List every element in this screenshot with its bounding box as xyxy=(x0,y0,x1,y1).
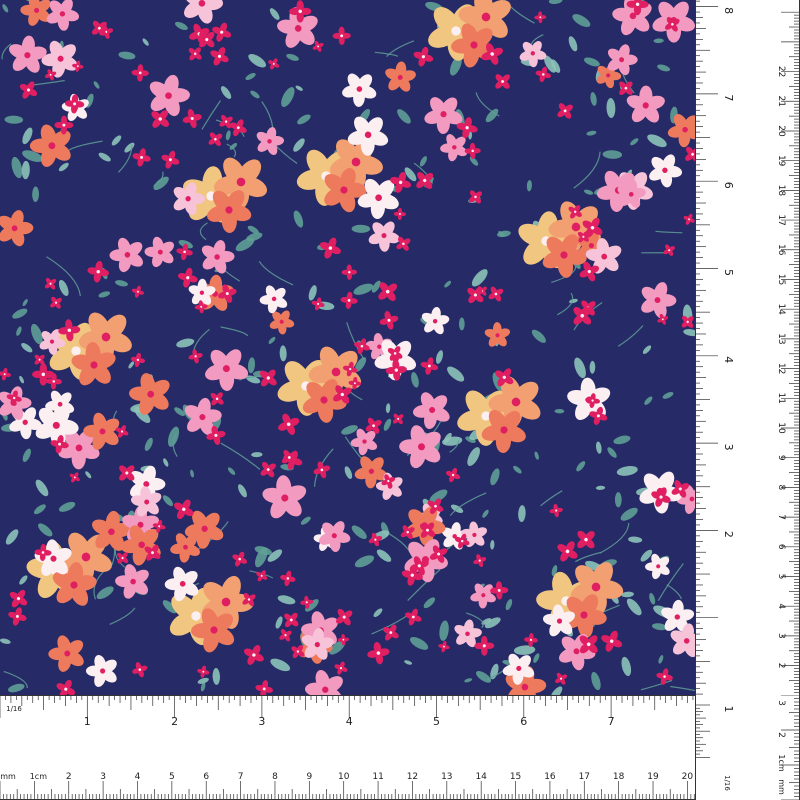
cm-caption: 1cm xyxy=(30,772,47,781)
inch-label: 8 xyxy=(722,7,735,14)
inch-label: 6 xyxy=(722,182,735,189)
cm-label: 19 xyxy=(647,772,659,782)
cm-label: 5 xyxy=(169,772,175,782)
cm-label: 22 xyxy=(776,66,786,77)
cm-label: 17 xyxy=(776,214,786,225)
ruler-bottom: 1/16 1 2 3 4 5 6 7 mm 1cm 2 3 4 5 6 7 8 9 10 11 12 13 14 15 16 17… xyxy=(0,695,800,800)
cm-label: 8 xyxy=(776,485,786,491)
floral-fabric-swatch xyxy=(0,0,695,695)
cm-label: 11 xyxy=(372,772,383,782)
inch-label: 3 xyxy=(258,715,265,728)
cm-label: 17 xyxy=(579,772,590,782)
cm-label: 14 xyxy=(776,303,786,315)
cm-label: 6 xyxy=(776,544,786,550)
cm-label: 7 xyxy=(238,772,244,782)
cm-label: 15 xyxy=(776,274,786,285)
cm-label: 3 xyxy=(776,700,786,706)
inch-label: 6 xyxy=(520,715,527,728)
cm-label: 10 xyxy=(776,422,786,434)
cm-label: 2 xyxy=(776,663,786,669)
cm-label: 16 xyxy=(776,244,786,256)
cm-label: 16 xyxy=(544,772,556,782)
ruler-right: 8 7 6 5 4 3 2 22 21 20 19 18 17 16 15 14 13 12 11 10 9 8 7 6 5 4 3… xyxy=(695,0,800,695)
ruler-corner: 1 1/16 3 2 1cm mm xyxy=(695,695,800,800)
cm-label: 10 xyxy=(338,772,350,782)
cm-label: 5 xyxy=(776,574,786,580)
inch-label: 2 xyxy=(171,715,178,728)
cm-label: 20 xyxy=(682,772,694,782)
inch-label: 2 xyxy=(722,531,735,538)
cm-label: 2 xyxy=(776,732,786,738)
cm-label: 12 xyxy=(407,772,418,782)
inch-label: 4 xyxy=(346,715,353,728)
cm-label: 18 xyxy=(776,185,786,197)
cm-label: 4 xyxy=(776,603,786,609)
leaf xyxy=(458,317,465,331)
floral-pattern xyxy=(0,0,695,695)
cm-label: 19 xyxy=(776,155,786,167)
ruler-corner-scale: 1 1/16 3 2 1cm mm xyxy=(695,695,800,800)
cm-label: 13 xyxy=(776,333,786,344)
inch-label: 7 xyxy=(722,94,735,101)
cm-label: 8 xyxy=(272,772,278,782)
cm-label: 6 xyxy=(203,772,209,782)
cm-label: 21 xyxy=(776,96,786,107)
inch-label: 5 xyxy=(722,269,735,276)
cm-label: 7 xyxy=(776,514,786,520)
inch-label: 4 xyxy=(722,356,735,363)
cm-label: 4 xyxy=(135,772,141,782)
leaf xyxy=(614,492,622,508)
inch-caption: 1/16 xyxy=(6,705,22,713)
inch-label: 7 xyxy=(608,715,615,728)
mm-caption: mm xyxy=(777,779,786,795)
inch-label: 5 xyxy=(433,715,440,728)
mm-caption: mm xyxy=(0,772,16,781)
inch-label: 3 xyxy=(722,444,735,451)
cm-label: 20 xyxy=(776,125,786,137)
cm-label: 2 xyxy=(66,772,72,782)
cm-label: 14 xyxy=(475,772,487,782)
inch-label: 1 xyxy=(722,706,735,713)
cm-label: 9 xyxy=(306,772,312,782)
cm-label: 13 xyxy=(441,772,452,782)
inch-label: 1 xyxy=(84,715,91,728)
cm-label: 3 xyxy=(100,772,106,782)
cm-label: 15 xyxy=(510,772,521,782)
inch-caption: 1/16 xyxy=(723,775,731,791)
cm-label: 12 xyxy=(776,363,786,374)
ruler-bottom-scale: 1/161 2 3 4 5 6 7mm 1cm 2 3 4 5 6 7 8 9 10 11 12 13 14 15 16 17… xyxy=(0,695,800,800)
cm-label: 9 xyxy=(776,455,786,461)
cm-label: 11 xyxy=(776,393,786,404)
cm-caption: 1cm xyxy=(777,754,786,771)
cm-label: 3 xyxy=(776,633,786,639)
ruler-right-scale: 8765432222120191817161514131211109876543… xyxy=(695,0,800,695)
cm-label: 18 xyxy=(613,772,625,782)
